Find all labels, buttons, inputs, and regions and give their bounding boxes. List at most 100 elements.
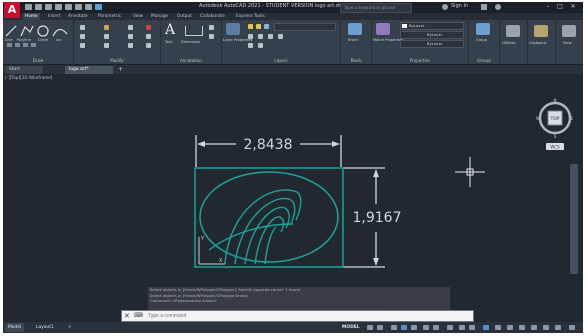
object-snap-icon[interactable] <box>423 325 429 330</box>
snap-icon[interactable] <box>377 325 383 330</box>
customization-icon[interactable] <box>569 325 575 330</box>
offset-icon[interactable] <box>146 43 151 48</box>
line-label[interactable]: Line <box>5 38 13 42</box>
annotation-scale-icon[interactable] <box>447 325 453 330</box>
insert-block-icon[interactable] <box>348 23 362 35</box>
measure-icon[interactable] <box>506 25 520 37</box>
block-panel-label[interactable]: Block <box>341 58 371 63</box>
layer-dropdown[interactable] <box>274 23 336 31</box>
rotate-icon[interactable] <box>104 25 109 30</box>
paste-icon[interactable] <box>534 25 548 37</box>
tab-view[interactable]: View <box>133 13 143 20</box>
search-input[interactable]: Type a keyword or phrase <box>340 3 412 13</box>
ortho-icon[interactable] <box>391 325 397 330</box>
group-icon[interactable] <box>476 23 490 35</box>
isodraft-icon[interactable] <box>411 325 417 330</box>
properties-panel-label[interactable]: Properties <box>372 58 468 63</box>
scale-icon[interactable] <box>104 43 109 48</box>
layer-match-icon[interactable] <box>278 34 283 39</box>
navigation-bar[interactable] <box>570 164 578 274</box>
layer-freeze-icon[interactable] <box>258 34 263 39</box>
text-label[interactable]: Text <box>165 40 172 44</box>
open-file-icon[interactable] <box>35 4 42 10</box>
tab-annotate[interactable]: Annotate <box>68 13 88 20</box>
array-icon[interactable] <box>128 43 133 48</box>
polyline-label[interactable]: Polyline <box>17 38 31 42</box>
view-label[interactable]: View <box>563 41 572 45</box>
user-icon[interactable] <box>442 4 448 10</box>
tab-insert[interactable]: Insert <box>48 13 60 20</box>
group-label[interactable]: Group <box>476 38 487 42</box>
layer-bulb-icon[interactable] <box>248 24 253 29</box>
tab-start[interactable]: Start <box>5 66 43 74</box>
units-icon[interactable] <box>495 325 501 330</box>
lock-ui-icon[interactable] <box>519 325 525 330</box>
drawing-canvas[interactable]: [-][Top][2D Wireframe] 2,8438 1,9167 Y X… <box>3 74 583 296</box>
move-icon[interactable] <box>80 25 85 30</box>
close-command-line-icon[interactable]: ✕ <box>124 311 130 321</box>
polar-icon[interactable] <box>401 325 407 330</box>
tab-parametric[interactable]: Parametric <box>98 13 121 20</box>
layer-walk-icon[interactable] <box>248 43 253 48</box>
add-layout-button[interactable]: + <box>65 323 75 332</box>
quick-properties-icon[interactable] <box>507 325 513 330</box>
new-tab-button[interactable]: + <box>118 66 123 74</box>
help-icon[interactable] <box>495 4 501 10</box>
draw-panel-label[interactable]: Draw <box>3 58 73 63</box>
isolate-objects-icon[interactable] <box>531 325 537 330</box>
groups-panel-label[interactable]: Groups <box>469 58 499 63</box>
maximize-button[interactable]: □ <box>555 3 565 11</box>
workspace-icon[interactable] <box>459 325 465 330</box>
modify-panel-label[interactable]: Modify <box>74 58 160 63</box>
hardware-acceleration-icon[interactable] <box>543 325 549 330</box>
table-icon[interactable] <box>209 34 214 39</box>
view-icon[interactable] <box>562 25 576 37</box>
layer-isolate-icon[interactable] <box>248 34 253 39</box>
tab-model[interactable]: Model <box>5 323 25 332</box>
layer-off-icon[interactable] <box>268 34 273 39</box>
clipboard-label[interactable]: Clipboard <box>529 41 546 45</box>
arc-label[interactable]: Arc <box>56 38 62 42</box>
tab-output[interactable]: Output <box>177 13 192 20</box>
autocad-logo[interactable]: A <box>4 2 20 18</box>
share-icon[interactable] <box>95 4 102 10</box>
utilities-label[interactable]: Utilities <box>502 41 516 45</box>
erase-icon[interactable] <box>146 25 151 30</box>
text-icon[interactable]: A <box>165 22 175 38</box>
layer-properties-icon[interactable] <box>226 23 240 35</box>
layer-sun-icon[interactable] <box>256 24 261 29</box>
tab-collaborate[interactable]: Collaborate <box>200 13 225 20</box>
undo-icon[interactable] <box>75 4 82 10</box>
match-properties-label[interactable]: Match Properties <box>373 38 403 42</box>
cart-icon[interactable] <box>481 4 487 10</box>
lineweight-icon[interactable] <box>433 325 439 330</box>
redo-icon[interactable] <box>85 4 92 10</box>
annotation-panel-label[interactable]: Annotation <box>161 58 221 63</box>
color-dropdown[interactable]: ByLayer <box>400 22 464 30</box>
leader-icon[interactable] <box>209 25 214 30</box>
insert-label[interactable]: Insert <box>348 38 358 42</box>
save-icon[interactable] <box>45 4 52 10</box>
model-space-indicator[interactable]: MODEL <box>339 323 363 332</box>
save-as-icon[interactable] <box>55 4 62 10</box>
match-properties-icon[interactable] <box>376 23 390 35</box>
close-button[interactable]: ✕ <box>568 3 578 11</box>
tab-logo-art[interactable]: logo art* <box>65 66 113 74</box>
stretch-icon[interactable] <box>80 43 85 48</box>
explode-icon[interactable] <box>146 34 151 39</box>
clean-screen-icon[interactable] <box>555 325 561 330</box>
viewcube[interactable]: TOP N S E W WCS <box>535 96 575 156</box>
print-icon[interactable] <box>65 4 72 10</box>
circle-label[interactable]: Circle <box>38 38 48 42</box>
tab-home[interactable]: Home <box>23 13 40 20</box>
dimension-label[interactable]: Dimension <box>181 40 200 44</box>
layers-panel-label[interactable]: Layers <box>222 58 340 63</box>
mirror-icon[interactable] <box>104 34 109 39</box>
tab-layout1[interactable]: Layout1 <box>33 323 57 332</box>
layer-lock-icon[interactable] <box>264 24 269 29</box>
fillet-icon[interactable] <box>128 34 133 39</box>
minimize-button[interactable]: – <box>543 3 553 11</box>
copy-icon[interactable] <box>80 34 85 39</box>
new-file-icon[interactable] <box>25 4 32 10</box>
layer-unisolate-icon[interactable] <box>258 43 263 48</box>
